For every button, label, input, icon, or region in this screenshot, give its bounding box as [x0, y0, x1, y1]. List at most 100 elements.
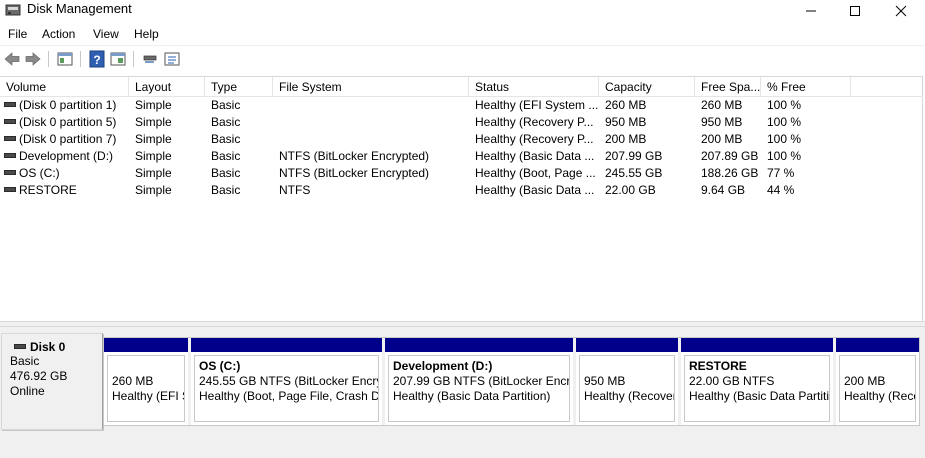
- disk-management-icon: [5, 4, 21, 16]
- menu-help[interactable]: Help: [134, 27, 159, 41]
- file-system-cell: NTFS: [279, 183, 311, 197]
- disk-type: Basic: [10, 354, 40, 368]
- column-header-capacity[interactable]: Capacity: [599, 77, 695, 97]
- volume-cell: (Disk 0 partition 1): [0, 97, 129, 114]
- help-icon[interactable]: ?: [88, 50, 106, 68]
- volume-icon: [4, 153, 16, 159]
- type-cell: Basic: [211, 166, 241, 180]
- partition-status: Healthy (Basic Data Partitio: [689, 389, 830, 403]
- percent-free-cell: 100 %: [767, 98, 802, 112]
- partition-name: OS (C:): [199, 359, 241, 373]
- menu-bar: File Action View Help: [0, 24, 925, 44]
- volume-icon: [4, 136, 16, 142]
- disk-label[interactable]: Disk 0 Basic 476.92 GB Online: [1, 333, 103, 430]
- volume-icon: [4, 102, 16, 108]
- back-arrow-icon[interactable]: [3, 50, 21, 68]
- column-header-layout[interactable]: Layout: [129, 77, 205, 97]
- column-header-free-space[interactable]: Free Spa...: [695, 77, 761, 97]
- show-hide-icon[interactable]: [109, 50, 127, 68]
- partition-status: Healthy (EFI S: [112, 389, 185, 403]
- partition-recovery-200[interactable]: 200 MB Healthy (Reco: [836, 338, 919, 425]
- free-space-cell: 188.26 GB: [701, 166, 759, 180]
- percent-free-cell: 100 %: [767, 132, 802, 146]
- toolbar-separator: [48, 51, 49, 67]
- close-button[interactable]: [878, 0, 924, 22]
- table-row[interactable]: Development (D:) Simple Basic NTFS (BitL…: [0, 148, 923, 165]
- layout-cell: Simple: [135, 115, 172, 129]
- minimize-button[interactable]: [788, 0, 834, 22]
- volume-cell: (Disk 0 partition 7): [0, 131, 129, 148]
- partition-recovery-950[interactable]: 950 MB Healthy (Recover: [576, 338, 678, 425]
- file-system-cell: [273, 97, 469, 114]
- status-cell: Healthy (Basic Data ...: [475, 183, 595, 197]
- volume-cell: OS (C:): [0, 165, 129, 182]
- volume-cell: (Disk 0 partition 5): [0, 114, 129, 131]
- minimize-icon: [806, 10, 816, 12]
- free-space-cell: 950 MB: [701, 115, 743, 129]
- console-tree-icon[interactable]: [56, 50, 74, 68]
- partition-development-d[interactable]: Development (D:) 207.99 GB NTFS (BitLock…: [385, 338, 573, 425]
- volume-name: (Disk 0 partition 7): [19, 132, 117, 146]
- status-cell: Healthy (EFI System ...: [475, 98, 599, 112]
- type-cell: Basic: [211, 98, 241, 112]
- table-row[interactable]: (Disk 0 partition 5) Simple Basic Health…: [0, 114, 923, 131]
- capacity-cell: 22.00 GB: [605, 183, 656, 197]
- maximize-icon: [850, 6, 860, 16]
- column-header-percent-free[interactable]: % Free: [761, 77, 851, 97]
- partition-name: RESTORE: [689, 359, 747, 373]
- disk-state: Online: [10, 384, 45, 398]
- toolbar-separator: [80, 51, 81, 67]
- table-row[interactable]: OS (C:) Simple Basic NTFS (BitLocker Enc…: [0, 165, 923, 182]
- graphical-disk-view: Disk 0 Basic 476.92 GB Online 260 MB Hea…: [0, 327, 925, 458]
- forward-arrow-icon[interactable]: [24, 50, 42, 68]
- column-header-type[interactable]: Type: [205, 77, 273, 97]
- menu-action[interactable]: Action: [42, 27, 75, 41]
- volume-icon: [4, 170, 16, 176]
- free-space-cell: 260 MB: [701, 98, 743, 112]
- partition-os-c[interactable]: OS (C:) 245.55 GB NTFS (BitLocker Encryp…: [191, 338, 382, 425]
- capacity-cell: 207.99 GB: [605, 149, 663, 163]
- partition-size: 245.55 GB NTFS (BitLocker Encryp: [199, 374, 379, 388]
- partition-body: Development (D:) 207.99 GB NTFS (BitLock…: [388, 355, 570, 422]
- volume-name: (Disk 0 partition 1): [19, 98, 117, 112]
- menu-view[interactable]: View: [93, 27, 119, 41]
- disk-partition-area: 260 MB Healthy (EFI S OS (C:) 245.55 GB …: [103, 337, 920, 426]
- connect-icon[interactable]: [141, 50, 159, 68]
- column-header-file-system[interactable]: File System: [273, 77, 469, 97]
- column-header-status[interactable]: Status: [469, 77, 599, 97]
- volume-icon: [4, 187, 16, 193]
- partition-body: 260 MB Healthy (EFI S: [107, 355, 185, 422]
- partition-bar: [104, 338, 188, 352]
- menu-file[interactable]: File: [8, 27, 27, 41]
- column-header-volume[interactable]: Volume: [0, 77, 129, 97]
- partition-status: Healthy (Reco: [844, 389, 916, 403]
- properties-icon[interactable]: [163, 50, 181, 68]
- free-space-cell: 9.64 GB: [701, 183, 746, 197]
- table-row[interactable]: (Disk 0 partition 1) Simple Basic Health…: [0, 97, 923, 114]
- table-row[interactable]: (Disk 0 partition 7) Simple Basic Health…: [0, 131, 923, 148]
- partition-body: RESTORE 22.00 GB NTFS Healthy (Basic Dat…: [684, 355, 830, 422]
- layout-cell: Simple: [135, 98, 172, 112]
- partition-size: 200 MB: [844, 374, 886, 388]
- file-system-cell: NTFS (BitLocker Encrypted): [279, 166, 430, 180]
- percent-free-cell: 100 %: [767, 149, 802, 163]
- layout-cell: Simple: [135, 183, 172, 197]
- percent-free-cell: 77 %: [767, 166, 795, 180]
- volume-icon: [4, 119, 16, 125]
- partition-restore[interactable]: RESTORE 22.00 GB NTFS Healthy (Basic Dat…: [681, 338, 833, 425]
- maximize-button[interactable]: [832, 0, 878, 22]
- type-cell: Basic: [211, 183, 241, 197]
- status-cell: Healthy (Recovery P...: [475, 115, 594, 129]
- status-cell: Healthy (Basic Data ...: [475, 149, 595, 163]
- volume-list[interactable]: Volume Layout Type File System Status Ca…: [0, 76, 923, 321]
- volume-cell: RESTORE: [0, 182, 129, 199]
- layout-cell: Simple: [135, 166, 172, 180]
- partition-size: 207.99 GB NTFS (BitLocker Encryp: [393, 374, 570, 388]
- partition-efi[interactable]: 260 MB Healthy (EFI S: [104, 338, 188, 425]
- table-row[interactable]: RESTORE Simple Basic NTFS Healthy (Basic…: [0, 182, 923, 199]
- capacity-cell: 200 MB: [605, 132, 647, 146]
- file-system-cell: [273, 114, 469, 131]
- capacity-cell: 245.55 GB: [605, 166, 663, 180]
- partition-bar: [191, 338, 382, 352]
- volume-name: Development (D:): [19, 149, 114, 163]
